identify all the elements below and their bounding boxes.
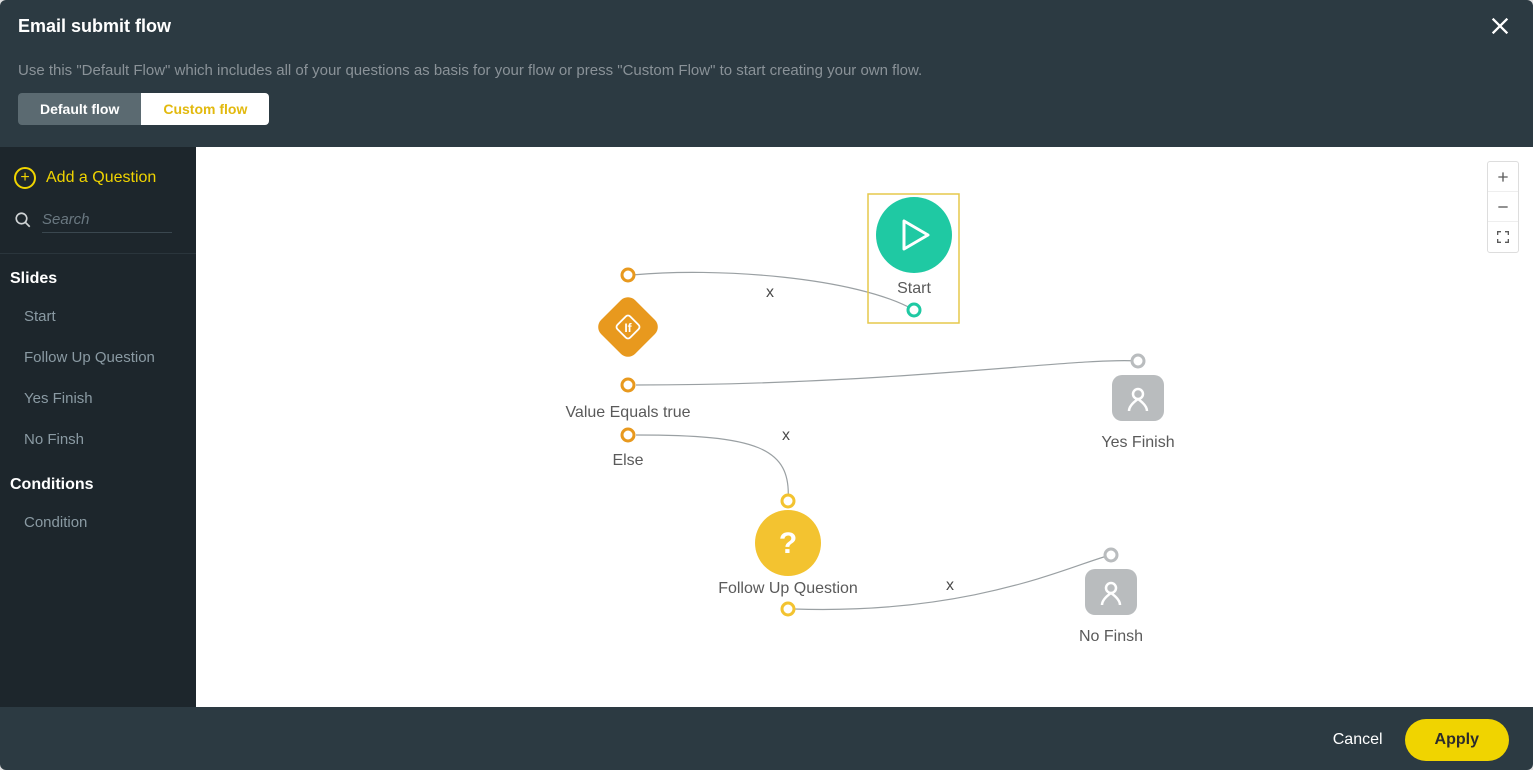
sidebar-item-no-finish[interactable]: No Finsh <box>0 419 196 460</box>
zoom-controls <box>1487 161 1519 253</box>
node-followup-label: Follow Up Question <box>718 580 858 597</box>
plus-icon <box>1495 169 1511 185</box>
edge-remove-followup-nofinish[interactable]: x <box>946 577 954 594</box>
sidebar-item-follow-up-question[interactable]: Follow Up Question <box>0 337 196 378</box>
node-no-finish[interactable]: No Finsh <box>1079 549 1143 645</box>
close-icon <box>1489 15 1511 37</box>
condition-branch-true-label: Value Equals true <box>565 404 690 421</box>
node-start[interactable]: Start <box>868 194 959 323</box>
add-question-label: Add a Question <box>46 169 156 187</box>
search-input[interactable] <box>42 207 172 233</box>
condition-if-label: If <box>624 321 632 335</box>
flow-canvas-svg: x x x Start <box>196 147 1533 707</box>
sidebar: + Add a Question Slides Start Follow Up … <box>0 147 196 707</box>
modal-footer: Cancel Apply <box>0 707 1533 770</box>
node-no-finish-label: No Finsh <box>1079 628 1143 645</box>
plus-circle-icon: + <box>14 167 36 189</box>
node-start-label: Start <box>897 280 931 297</box>
node-condition[interactable]: If Value Equals true Else <box>565 269 690 469</box>
edge-remove-else-followup[interactable]: x <box>782 427 790 444</box>
minus-icon <box>1495 199 1511 215</box>
sidebar-item-condition[interactable]: Condition <box>0 502 196 543</box>
search-icon <box>14 211 32 229</box>
condition-branch-else-label: Else <box>612 452 643 469</box>
sidebar-section-slides-title: Slides <box>0 254 196 296</box>
modal-title: Email submit flow <box>18 16 171 37</box>
zoom-in-button[interactable] <box>1488 162 1518 192</box>
node-followup[interactable]: ? Follow Up Question <box>718 495 858 615</box>
zoom-fit-button[interactable] <box>1488 222 1518 252</box>
node-yes-finish[interactable]: Yes Finish <box>1101 355 1174 451</box>
apply-button[interactable]: Apply <box>1405 719 1509 761</box>
search-wrap <box>0 197 196 247</box>
modal-header: Email submit flow <box>0 0 1533 52</box>
sidebar-item-start[interactable]: Start <box>0 296 196 337</box>
question-mark-icon: ? <box>779 527 797 560</box>
modal-subheader: Use this "Default Flow" which includes a… <box>0 52 1533 147</box>
node-yes-finish-label: Yes Finish <box>1101 434 1174 451</box>
custom-flow-button[interactable]: Custom flow <box>141 93 269 125</box>
flow-toggle-group: Default flow Custom flow <box>18 93 269 125</box>
edge-remove-start-condition[interactable]: x <box>766 284 774 301</box>
add-question-button[interactable]: + Add a Question <box>0 159 196 197</box>
close-button[interactable] <box>1485 11 1515 41</box>
default-flow-button[interactable]: Default flow <box>18 93 141 125</box>
sidebar-section-conditions-title: Conditions <box>0 460 196 502</box>
modal-body: + Add a Question Slides Start Follow Up … <box>0 147 1533 707</box>
cancel-button[interactable]: Cancel <box>1333 731 1383 749</box>
flow-editor-modal: Email submit flow Use this "Default Flow… <box>0 0 1533 770</box>
flow-canvas[interactable]: x x x Start <box>196 147 1533 707</box>
fullscreen-icon <box>1495 229 1511 245</box>
zoom-out-button[interactable] <box>1488 192 1518 222</box>
info-text: Use this "Default Flow" which includes a… <box>18 62 1515 79</box>
sidebar-item-yes-finish[interactable]: Yes Finish <box>0 378 196 419</box>
